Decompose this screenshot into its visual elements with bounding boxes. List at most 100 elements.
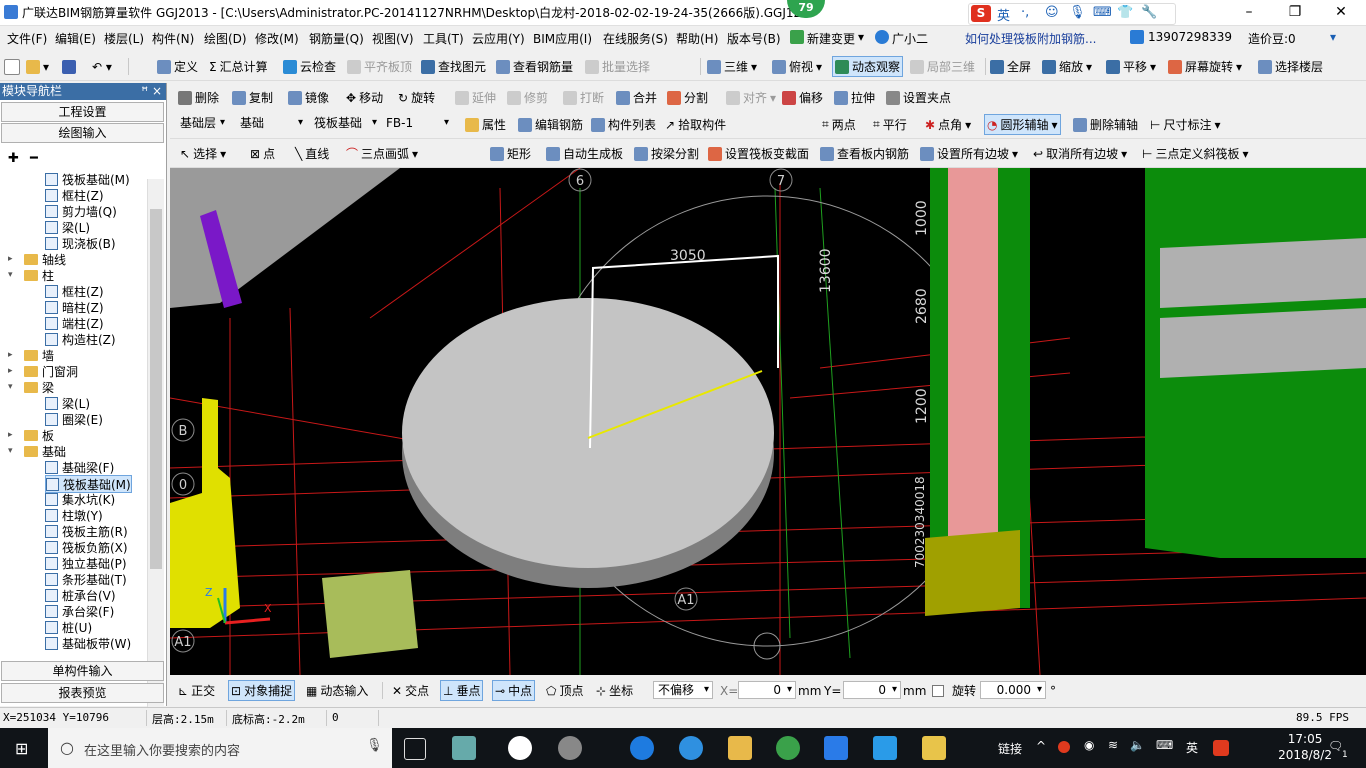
tree-item[interactable]: ▸ 轴线 — [8, 251, 66, 267]
gray-beam-1[interactable] — [1160, 238, 1366, 308]
gray-slab-fragment[interactable] — [170, 168, 400, 308]
task-view-icon[interactable] — [404, 738, 426, 760]
object-snap-toggle[interactable]: ⊡ 对象捕捉 — [228, 680, 296, 701]
screen-rotate-button[interactable]: 屏幕旋转 ▾ — [1168, 57, 1242, 76]
point-angle-button[interactable]: ✱ 点角 ▾ — [925, 115, 971, 134]
360-browser-icon[interactable] — [776, 736, 800, 760]
menu-floor[interactable]: 楼层(L) — [104, 30, 144, 47]
set-grip-button[interactable]: 设置夹点 — [886, 88, 951, 107]
punctuation-icon[interactable]: ·, — [1021, 5, 1029, 20]
app-icon-3[interactable] — [558, 736, 582, 760]
summary-calc-button[interactable]: Σ 汇总计算 — [209, 57, 268, 76]
menu-edit[interactable]: 编辑(E) — [55, 30, 96, 47]
menu-modify[interactable]: 修改(M) — [255, 30, 299, 47]
merge-button[interactable]: 合并 — [616, 88, 657, 107]
ime-lang[interactable]: 英 — [997, 5, 1010, 24]
dropdown-arrow-icon[interactable]: ▾ — [1330, 30, 1336, 44]
dimension-button[interactable]: ⊢ 尺寸标注 ▾ — [1150, 115, 1221, 134]
menu-tools[interactable]: 工具(T) — [423, 30, 464, 47]
circular-raft-slab[interactable] — [402, 298, 774, 568]
tree-item[interactable]: 桩(U) — [45, 619, 92, 635]
define-button[interactable]: 定义 — [157, 57, 198, 76]
scene-canvas[interactable]: 6 7 B 0 A1 A1 3050 13600 1000 2680 1200 … — [170, 168, 1366, 675]
floor-select[interactable]: 基础 — [236, 115, 306, 133]
set-all-slopes-button[interactable]: 设置所有边坡 ▾ — [920, 144, 1018, 163]
two-point-axis-button[interactable]: ⌗ 两点 — [822, 115, 856, 134]
olive-pile-cap[interactable] — [322, 570, 418, 658]
pick-component-button[interactable]: ↗ 拾取构件 — [665, 115, 726, 134]
select-floor-button[interactable]: 选择楼层 — [1258, 57, 1323, 76]
align-button[interactable]: 对齐 ▾ — [726, 88, 776, 107]
tray-icon-2[interactable]: ◉ — [1084, 738, 1094, 752]
delete-button[interactable]: 删除 — [178, 88, 219, 107]
parallel-axis-button[interactable]: ⌗ 平行 — [873, 115, 907, 134]
menu-component[interactable]: 构件(N) — [152, 30, 194, 47]
keyboard-icon[interactable]: ⌨ — [1093, 5, 1112, 20]
wifi-icon[interactable]: ≋ — [1108, 738, 1118, 752]
collapse-icon[interactable]: ▾ — [8, 382, 13, 392]
x-input[interactable]: 0 — [738, 681, 796, 699]
y-input[interactable]: 0 — [843, 681, 901, 699]
rectangle-tool[interactable]: 矩形 — [490, 144, 531, 163]
tree-item[interactable]: 构造柱(Z) — [45, 331, 116, 347]
open-icon[interactable]: ▾ — [26, 57, 49, 76]
tree-item[interactable]: 条形基础(T) — [45, 571, 127, 587]
expand-all-icon[interactable]: ✚ — [8, 151, 19, 166]
menu-rebar[interactable]: 钢筋量(Q) — [309, 30, 364, 47]
auto-generate-slab-button[interactable]: 自动生成板 — [546, 144, 623, 163]
batch-select-button[interactable]: 批量选择 — [585, 57, 650, 76]
copy-button[interactable]: 复制 — [232, 88, 273, 107]
dynamic-input-toggle[interactable]: ▦ 动态输入 — [306, 681, 368, 700]
volume-icon[interactable]: 🔈 — [1130, 738, 1145, 752]
expand-icon[interactable]: ▸ — [8, 254, 13, 264]
ime-toolbar[interactable]: S 英 ·, ☺ 🎙 ⌨ 👕 🔧 — [968, 3, 1176, 25]
tree-item[interactable]: 框柱(Z) — [45, 283, 104, 299]
tree-item[interactable]: 基础梁(F) — [45, 459, 114, 475]
vertex-snap[interactable]: ⬠ 顶点 — [546, 681, 583, 700]
floor-type-select[interactable]: 基础层 — [176, 115, 228, 133]
tray-expand-icon[interactable]: ^ — [1036, 739, 1046, 753]
microphone-icon[interactable]: 🎙 — [1069, 5, 1086, 20]
user-account[interactable]: 13907298339 — [1130, 30, 1232, 44]
tree-item[interactable]: ▾ 梁 — [8, 379, 54, 395]
split-by-beam-button[interactable]: 按梁分割 — [634, 144, 699, 163]
gray-beam-2[interactable] — [1160, 308, 1366, 378]
view-slab-rebar-button[interactable]: 查看板内钢筋 — [820, 144, 909, 163]
rotate-checkbox[interactable] — [932, 681, 944, 700]
tree-item[interactable]: 框柱(Z) — [45, 187, 104, 203]
pink-column[interactable] — [948, 168, 998, 538]
tree-item[interactable]: 筏板基础(M) — [45, 171, 130, 187]
set-slab-section-button[interactable]: 设置筏板变截面 — [708, 144, 809, 163]
point-tool[interactable]: ⊠ 点 — [250, 144, 275, 163]
keyboard-tray-icon[interactable]: ⌨ — [1156, 738, 1173, 752]
windows-start-icon[interactable]: ⊞ — [15, 739, 28, 758]
edit-rebar-button[interactable]: 编辑钢筋 — [518, 115, 583, 134]
three-point-sloped-slab-button[interactable]: ⊢ 三点定义斜筏板 ▾ — [1142, 144, 1249, 163]
expand-icon[interactable]: ▸ — [8, 350, 13, 360]
tree-item[interactable]: 桩承台(V) — [45, 587, 116, 603]
perpendicular-snap[interactable]: ⊥ 垂点 — [440, 680, 484, 701]
skin-icon[interactable]: 👕 — [1117, 5, 1133, 20]
pan-button[interactable]: 平移 ▾ — [1106, 57, 1156, 76]
tree-item[interactable]: 集水坑(K) — [45, 491, 115, 507]
collapse-all-icon[interactable]: ━ — [30, 151, 38, 166]
ie-icon[interactable] — [679, 736, 703, 760]
menu-guangxiaoer[interactable]: 广小二 — [875, 30, 928, 47]
taskbar-search-box[interactable]: ○ 在这里输入你要搜索的内容 🎙 — [48, 728, 392, 768]
clock[interactable]: 17:05 2018/8/2 — [1278, 731, 1332, 763]
rotate-button[interactable]: ↻ 旋转 — [398, 88, 435, 107]
menu-version[interactable]: 版本号(B) — [727, 30, 781, 47]
3d-button[interactable]: 三维 ▾ — [707, 57, 757, 76]
tree-item[interactable]: 独立基础(P) — [45, 555, 127, 571]
menu-view[interactable]: 视图(V) — [372, 30, 414, 47]
component-list-button[interactable]: 构件列表 — [591, 115, 656, 134]
zoom-button[interactable]: 缩放 ▾ — [1042, 57, 1092, 76]
find-element-button[interactable]: 查找图元 — [421, 57, 486, 76]
tree-item[interactable]: 筏板主筋(R) — [45, 523, 128, 539]
align-slab-top-button[interactable]: 平齐板顶 — [347, 57, 412, 76]
three-point-arc-tool[interactable]: ⌒ 三点画弧 ▾ — [346, 144, 418, 163]
fullscreen-button[interactable]: 全屏 — [990, 57, 1031, 76]
trim-button[interactable]: 修剪 — [507, 88, 548, 107]
tree-item[interactable]: 梁(L) — [45, 219, 90, 235]
edge-icon[interactable] — [630, 736, 654, 760]
